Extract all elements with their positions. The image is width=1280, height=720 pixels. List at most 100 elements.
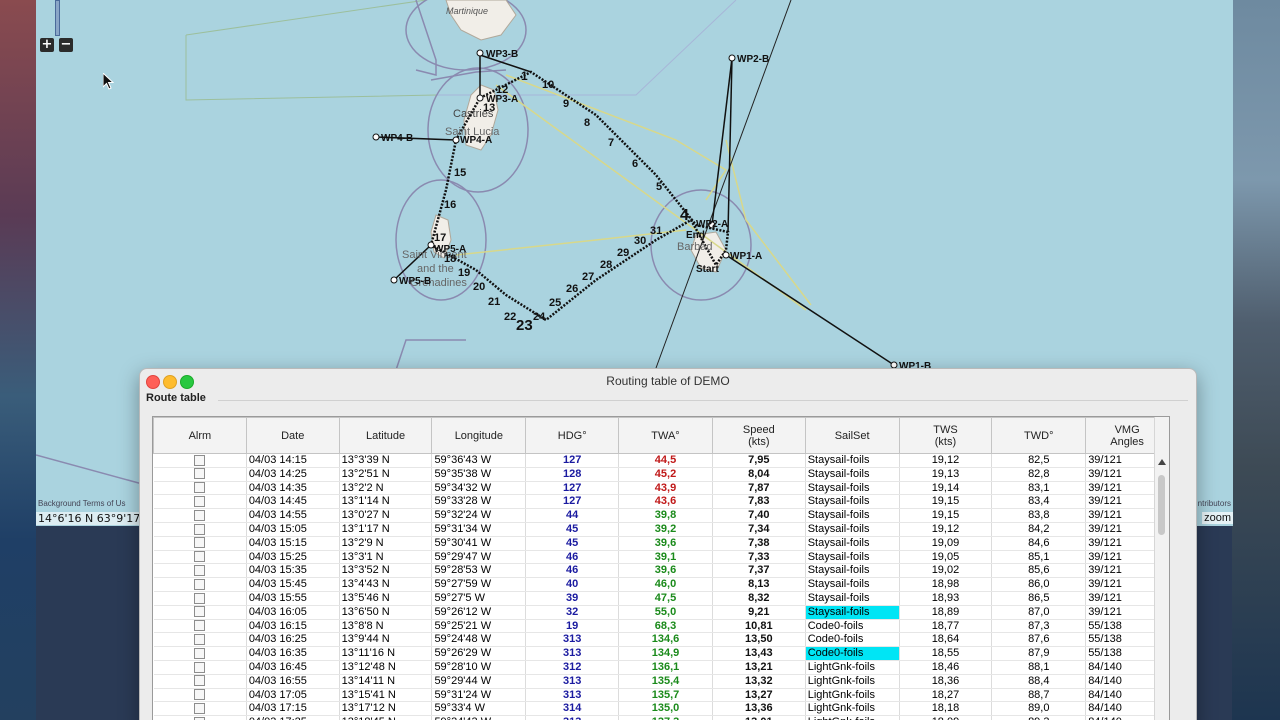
alarm-checkbox[interactable] (194, 620, 206, 632)
table-row[interactable]: 04/03 16:45 13°12'48 N 59°28'10 W 312 136,1 1… (153, 660, 1169, 675)
cell-sail: Staysail-foils (805, 536, 900, 551)
alarm-checkbox[interactable] (194, 482, 206, 494)
table-row[interactable]: 04/03 16:25 13°9'44 N 59°24'48 W 313 134,6 13… (153, 632, 1169, 648)
cell-tws: 18,89 (899, 605, 993, 620)
alarm-checkbox[interactable] (194, 454, 206, 466)
alarm-checkbox[interactable] (194, 564, 206, 576)
cell-twa: 135,7 (618, 688, 713, 703)
cell-alarm (153, 646, 247, 661)
alarm-checkbox[interactable] (194, 633, 206, 645)
cell-alarm (153, 660, 247, 675)
col-header-tws[interactable]: TWS (kts) (898, 417, 993, 454)
table-row[interactable]: 04/03 16:55 13°14'11 N 59°29'44 W 313 135,4 1… (153, 674, 1169, 689)
alarm-checkbox[interactable] (194, 537, 206, 549)
route-table-body: 04/03 14:15 13°3'39 N 59°36'43 W 127 44,5 7,9… (153, 453, 1169, 720)
cell-lon: 59°34'43 W (431, 715, 527, 720)
col-header-longitude[interactable]: Longitude (431, 417, 527, 454)
table-row[interactable]: 04/03 16:15 13°8'8 N 59°25'21 W 19 68,3 10,81… (153, 619, 1169, 634)
alarm-checkbox[interactable] (194, 592, 206, 604)
scroll-up-icon[interactable] (1158, 459, 1166, 465)
cell-speed: 7,37 (712, 563, 806, 579)
table-row[interactable]: 04/03 15:45 13°4'43 N 59°27'59 W 40 46,0 8,13… (153, 577, 1169, 592)
alarm-checkbox[interactable] (194, 578, 206, 590)
cell-tws: 18,77 (899, 619, 993, 634)
cell-date: 04/03 14:35 (246, 481, 340, 496)
cell-hdg: 313 (525, 674, 620, 689)
table-row[interactable]: 04/03 14:25 13°2'51 N 59°35'38 W 128 45,2 8,0… (153, 467, 1169, 482)
scroll-thumb[interactable] (1158, 475, 1165, 535)
table-scrollbar[interactable] (1154, 417, 1169, 720)
routing-table-window: Routing table of DEMO Route table Alrm D… (139, 368, 1197, 720)
cell-sail: Staysail-foils (805, 522, 900, 537)
cell-tws: 19,14 (899, 481, 993, 496)
col-header-longitude-text: Longitude (454, 429, 504, 442)
cell-tws: 18,27 (899, 688, 993, 703)
zoom-out-button[interactable]: − (59, 38, 73, 52)
table-row[interactable]: 04/03 15:05 13°1'17 N 59°31'34 W 45 39,2 7,34… (153, 522, 1169, 537)
col-header-twd[interactable]: TWD° (991, 417, 1087, 454)
route-table[interactable]: Alrm Date Latitude Longitude HDG° TWA° S… (152, 416, 1170, 720)
alarm-checkbox[interactable] (194, 523, 206, 535)
alarm-checkbox[interactable] (194, 702, 206, 714)
cell-date: 04/03 17:15 (246, 701, 340, 717)
cell-lon: 59°31'24 W (431, 688, 527, 703)
cell-speed: 9,21 (712, 605, 806, 620)
col-header-date[interactable]: Date (245, 417, 340, 454)
cell-twa: 135,0 (618, 701, 713, 717)
table-row[interactable]: 04/03 17:2513°18'45 N59°34'43 W313137,31… (153, 715, 1169, 720)
table-row[interactable]: 04/03 15:15 13°2'9 N 59°30'41 W 45 39,6 7,38 S… (153, 536, 1169, 551)
map-attribution[interactable]: Background Terms of Us (38, 499, 125, 508)
table-row[interactable]: 04/03 17:15 13°17'12 N 59°33'4 W 314 135,0 13… (153, 701, 1169, 717)
table-row[interactable]: 04/03 14:15 13°3'39 N 59°36'43 W 127 44,5 7,9… (153, 453, 1169, 468)
cell-lat: 13°2'51 N (339, 467, 433, 482)
zoom-slider[interactable] (55, 0, 60, 36)
table-row[interactable]: 04/03 17:05 13°15'41 N 59°31'24 W 313 135,7 1… (153, 688, 1169, 703)
alarm-checkbox[interactable] (194, 606, 206, 618)
alarm-checkbox[interactable] (194, 689, 206, 701)
table-row[interactable]: 04/03 15:55 13°5'46 N 59°27'5 W 39 47,5 8,32 S… (153, 591, 1169, 606)
cell-speed: 13,36 (712, 701, 806, 717)
table-row[interactable]: 04/03 16:05 13°6'50 N 59°26'12 W 32 55,0 9,21… (153, 605, 1169, 620)
alarm-checkbox[interactable] (194, 551, 206, 563)
cell-date: 04/03 15:05 (246, 522, 340, 537)
alarm-checkbox[interactable] (194, 509, 206, 521)
col-header-twa[interactable]: TWA° (618, 417, 713, 454)
col-header-latitude[interactable]: Latitude (338, 417, 433, 454)
zoom-label: zoom (1202, 512, 1233, 524)
alarm-checkbox[interactable] (194, 675, 206, 687)
table-row[interactable]: 04/03 15:25 13°3'1 N 59°29'47 W 46 39,1 7,33 S… (153, 550, 1169, 565)
cell-twa: 43,9 (618, 481, 713, 496)
cell-speed: 8,04 (712, 467, 806, 482)
col-header-speed[interactable]: Speed (kts) (711, 417, 806, 454)
cell-twd: 82,5 (991, 453, 1087, 468)
cell-lat: 13°1'14 N (339, 494, 433, 510)
map-contributors[interactable]: ntributors (1198, 499, 1231, 508)
col-header-tws-unit: (kts) (934, 435, 957, 448)
col-header-hdg[interactable]: HDG° (525, 417, 620, 454)
cell-hdg: 19 (525, 619, 620, 634)
cell-lon: 59°26'12 W (431, 605, 527, 620)
route-num: 23 (516, 317, 533, 334)
window-titlebar[interactable]: Routing table of DEMO (140, 369, 1196, 392)
zoom-in-button[interactable]: + (40, 38, 54, 52)
col-header-alrm[interactable]: Alrm (153, 417, 247, 454)
table-row[interactable]: 04/03 16:35 13°11'16 N 59°26'29 W 313 134,9 1… (153, 646, 1169, 661)
cell-lon: 59°28'53 W (431, 563, 527, 579)
table-row[interactable]: 04/03 14:45 13°1'14 N 59°33'28 W 127 43,6 7,8… (153, 494, 1169, 510)
cell-twd: 85,1 (991, 550, 1087, 565)
cell-twa: 39,2 (618, 522, 713, 537)
cell-twa: 45,2 (618, 467, 713, 482)
alarm-checkbox[interactable] (194, 661, 206, 673)
col-header-sailset[interactable]: SailSet (804, 417, 900, 454)
cell-twd: 87,6 (991, 632, 1087, 648)
table-row[interactable]: 04/03 14:55 13°0'27 N 59°32'24 W 44 39,8 7,40… (153, 508, 1169, 523)
alarm-checkbox[interactable] (194, 468, 206, 480)
route-num: 28 (600, 259, 612, 271)
alarm-checkbox[interactable] (194, 647, 206, 659)
table-row[interactable]: 04/03 14:35 13°2'2 N 59°34'32 W 127 43,9 7,87… (153, 481, 1169, 496)
cell-twa: 43,6 (618, 494, 713, 510)
table-row[interactable]: 04/03 15:35 13°3'52 N 59°28'53 W 46 39,6 7,37… (153, 563, 1169, 579)
cell-twd: 88,1 (991, 660, 1087, 675)
cell-tws: 18,98 (899, 577, 993, 592)
alarm-checkbox[interactable] (194, 495, 206, 507)
